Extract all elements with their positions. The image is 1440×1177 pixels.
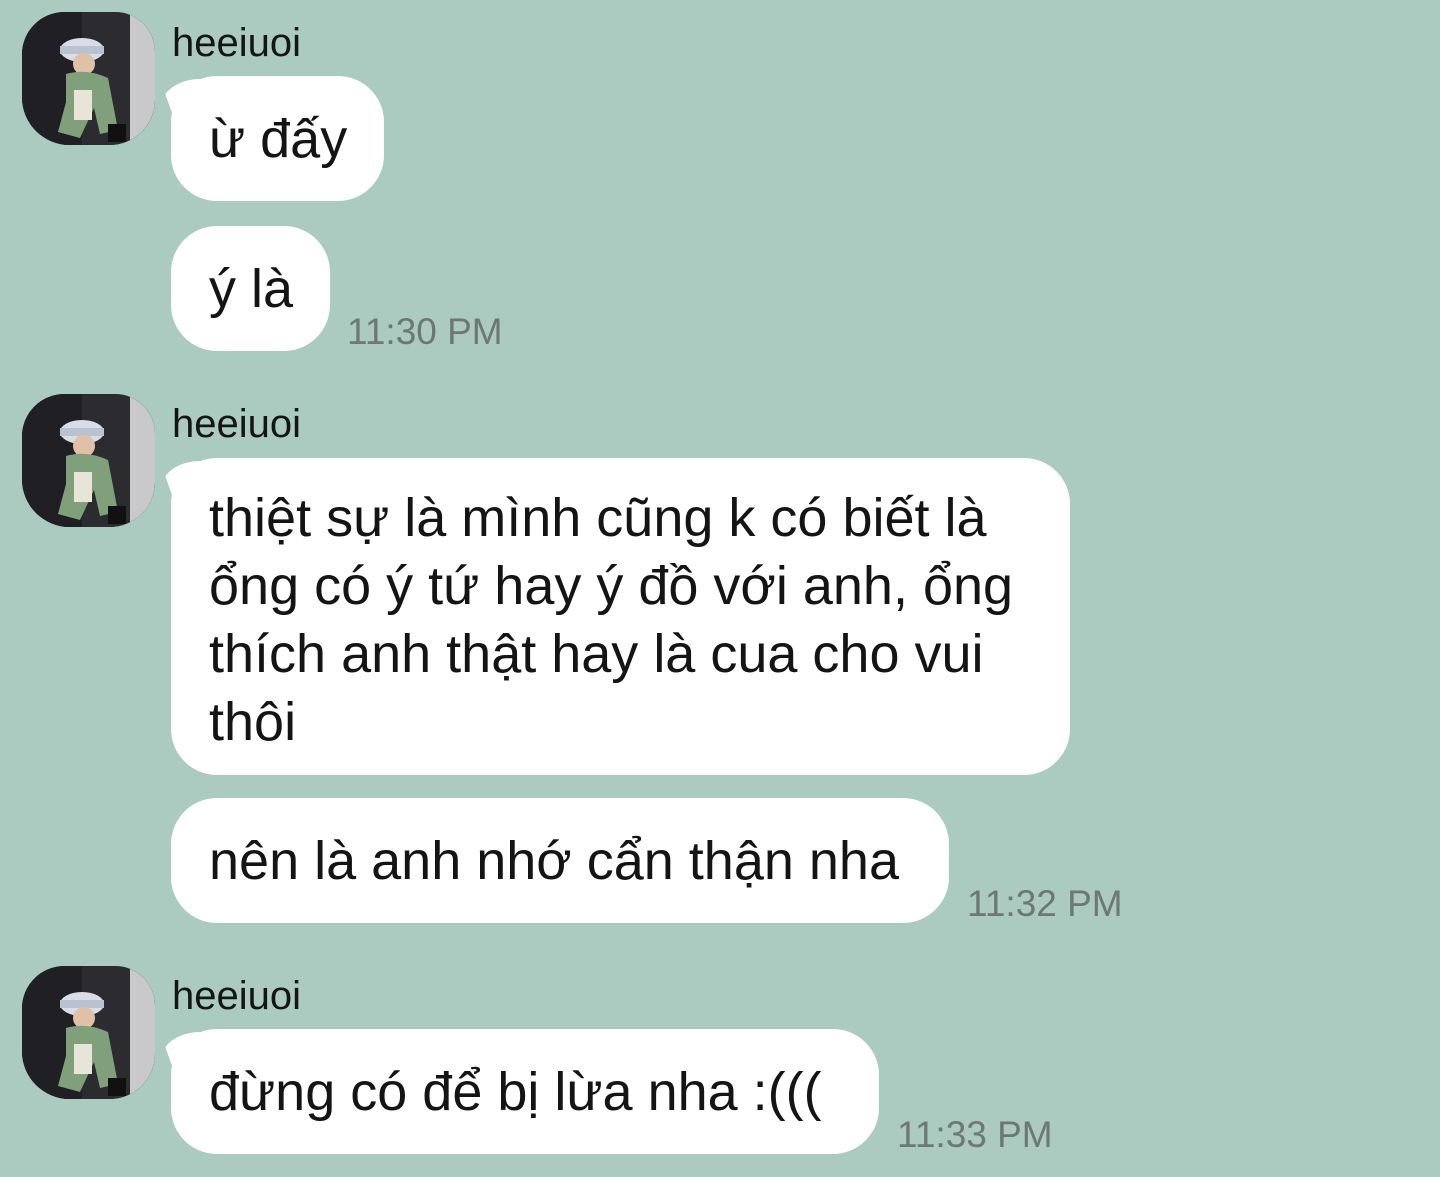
message-bubble[interactable]: thiệt sự là mình cũng k có biết là ổng c… (171, 458, 1070, 775)
avatar-photo-icon (22, 966, 155, 1099)
sender-name: heeiuoi (172, 21, 302, 65)
message-bubble[interactable]: đừng có để bị lừa nha :((( (171, 1029, 879, 1154)
sender-avatar[interactable] (22, 966, 155, 1099)
avatar-photo-icon (22, 12, 155, 145)
sender-name: heeiuoi (172, 402, 302, 446)
message-bubble[interactable]: ừ đấy (171, 76, 384, 201)
avatar-photo-icon (22, 394, 155, 527)
message-timestamp: 11:33 PM (897, 1114, 1053, 1155)
message-timestamp: 11:30 PM (347, 311, 503, 352)
sender-name: heeiuoi (172, 974, 302, 1018)
sender-avatar[interactable] (22, 12, 155, 145)
message-bubble[interactable]: nên là anh nhớ cẩn thận nha (171, 798, 949, 923)
message-timestamp: 11:32 PM (967, 883, 1123, 924)
sender-avatar[interactable] (22, 394, 155, 527)
message-bubble[interactable]: ý là (171, 226, 330, 351)
